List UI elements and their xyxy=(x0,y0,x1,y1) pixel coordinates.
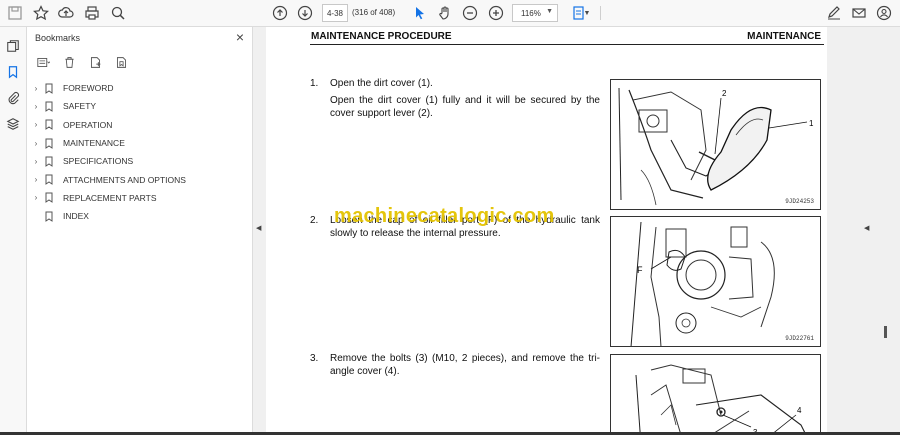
procedure-step-3: 3. Remove the bolts (3) (M10, 2 pieces),… xyxy=(310,352,600,382)
zoom-level-value: 116% xyxy=(521,8,541,18)
watermark-text: machinecatalogic.com xyxy=(334,205,555,227)
layers-icon[interactable] xyxy=(4,115,22,133)
zoom-level-select[interactable]: 116% ▼ xyxy=(512,4,558,22)
chevron-right-icon[interactable]: › xyxy=(31,102,41,111)
navigation-rail xyxy=(0,27,27,435)
bookmark-icon xyxy=(45,83,55,94)
figure-oil-filler-port: F 9JD22761 xyxy=(610,216,821,347)
callout-label: F xyxy=(637,265,643,275)
chevron-down-icon: ▼ xyxy=(546,8,553,15)
expand-right-panel-icon[interactable]: ◀ xyxy=(864,224,869,232)
collapse-panel-icon[interactable]: ◀ xyxy=(256,224,261,232)
find-zoom-icon[interactable] xyxy=(107,3,129,23)
chevron-right-icon[interactable]: › xyxy=(31,193,41,202)
header-rule xyxy=(310,44,824,45)
page-header-left: MAINTENANCE PROCEDURE xyxy=(311,31,452,42)
bookmark-item-specifications[interactable]: › SPECIFICATIONS xyxy=(31,152,246,170)
vertical-scrollbar[interactable] xyxy=(884,326,887,338)
document-page: MAINTENANCE PROCEDURE MAINTENANCE 1. Ope… xyxy=(266,27,827,435)
bookmark-item-safety[interactable]: › SAFETY xyxy=(31,97,246,115)
bookmark-icon xyxy=(45,211,55,222)
toolbar-divider xyxy=(600,6,601,20)
options-menu-icon[interactable] xyxy=(35,54,51,70)
bookmark-label: MAINTENANCE xyxy=(63,138,125,149)
bookmarks-panel: Bookmarks × › FOREWORD › SAFETY › OPERAT… xyxy=(27,27,253,435)
bookmark-label: INDEX xyxy=(63,211,89,222)
bookmark-item-replacement-parts[interactable]: › REPLACEMENT PARTS xyxy=(31,189,246,207)
figure-drawing: 2 1 xyxy=(618,87,814,206)
chevron-right-icon[interactable]: › xyxy=(31,157,41,166)
account-icon[interactable] xyxy=(873,3,895,23)
bookmark-item-index[interactable]: INDEX xyxy=(31,207,246,225)
zoom-out-icon[interactable] xyxy=(459,3,481,23)
callout-label: 2 xyxy=(722,89,727,98)
bookmark-icon xyxy=(45,101,55,112)
procedure-step-1: 1. Open the dirt cover (1). Open the dir… xyxy=(310,77,600,124)
pages-icon[interactable] xyxy=(4,37,22,55)
bookmark-icon xyxy=(45,156,55,167)
hand-tool-icon[interactable] xyxy=(434,3,456,23)
step-number: 3. xyxy=(310,353,319,364)
bookmark-label: FOREWORD xyxy=(63,83,114,94)
bookmark-label: ATTACHMENTS AND OPTIONS xyxy=(63,174,186,185)
step-text: Open the dirt cover (1). xyxy=(330,78,433,89)
bookmark-icon xyxy=(45,138,55,149)
bookmark-item-foreword[interactable]: › FOREWORD xyxy=(31,79,246,97)
step-text: Open the dirt cover (1) fully and it wil… xyxy=(330,95,600,119)
bookmark-icon xyxy=(45,119,55,131)
save-icon[interactable] xyxy=(4,3,26,23)
chevron-right-icon[interactable]: › xyxy=(31,139,41,148)
bookmark-icon[interactable] xyxy=(4,63,22,81)
bookmark-item-attachments[interactable]: › ATTACHMENTS AND OPTIONS xyxy=(31,170,246,188)
chevron-right-icon[interactable]: › xyxy=(31,175,41,184)
step-number: 2. xyxy=(310,215,319,226)
page-count: (316 of 408) xyxy=(352,8,396,17)
page-header-right: MAINTENANCE xyxy=(747,31,821,42)
chevron-right-icon[interactable]: › xyxy=(31,84,41,93)
bookmark-list: › FOREWORD › SAFETY › OPERATION › MAINTE… xyxy=(31,79,246,225)
bookmark-tools xyxy=(35,54,129,70)
bookmark-icon xyxy=(45,192,55,204)
figure-dirt-cover: 2 1 9JD24253 xyxy=(610,79,821,210)
figure-drawing: F xyxy=(630,221,775,346)
select-cursor-icon[interactable] xyxy=(409,3,431,23)
step-text: Remove the bolts (3) (M10, 2 pieces), an… xyxy=(330,353,600,377)
next-page-icon[interactable] xyxy=(294,3,316,23)
page-number-input[interactable]: 4-38 xyxy=(322,4,348,22)
chevron-down-icon[interactable]: ▼ xyxy=(582,3,592,23)
tag-bookmark-icon[interactable] xyxy=(113,54,129,70)
callout-label: 4 xyxy=(797,406,802,415)
callout-label: 1 xyxy=(809,119,814,128)
figure-triangle-cover: 3 4 xyxy=(610,354,821,435)
figure-code: 9JD22761 xyxy=(785,335,814,342)
step-number: 1. xyxy=(310,78,319,89)
attachment-icon[interactable] xyxy=(4,89,22,107)
bookmark-item-maintenance[interactable]: › MAINTENANCE xyxy=(31,134,246,152)
star-icon[interactable] xyxy=(30,3,52,23)
figure-code: 9JD24253 xyxy=(785,198,814,205)
bookmark-label: REPLACEMENT PARTS xyxy=(63,192,157,203)
mail-icon[interactable] xyxy=(848,3,870,23)
main-toolbar: 4-38 (316 of 408) 116% ▼ ▼ xyxy=(0,0,900,27)
fill-sign-icon[interactable] xyxy=(823,3,845,23)
print-icon[interactable] xyxy=(81,3,103,23)
zoom-in-icon[interactable] xyxy=(485,3,507,23)
chevron-right-icon[interactable]: › xyxy=(31,120,41,129)
upload-cloud-icon[interactable] xyxy=(55,3,77,23)
panel-title: Bookmarks xyxy=(35,33,81,43)
figure-drawing: 3 4 xyxy=(635,364,807,435)
bookmark-item-operation[interactable]: › OPERATION xyxy=(31,116,246,134)
new-bookmark-icon[interactable] xyxy=(87,54,103,70)
delete-icon[interactable] xyxy=(61,54,77,70)
prev-page-icon[interactable] xyxy=(269,3,291,23)
bookmark-icon xyxy=(45,174,55,186)
close-icon[interactable]: × xyxy=(236,29,244,45)
bookmark-label: SAFETY xyxy=(63,101,97,112)
bookmark-label: OPERATION xyxy=(63,119,113,130)
bookmark-label: SPECIFICATIONS xyxy=(63,156,134,167)
